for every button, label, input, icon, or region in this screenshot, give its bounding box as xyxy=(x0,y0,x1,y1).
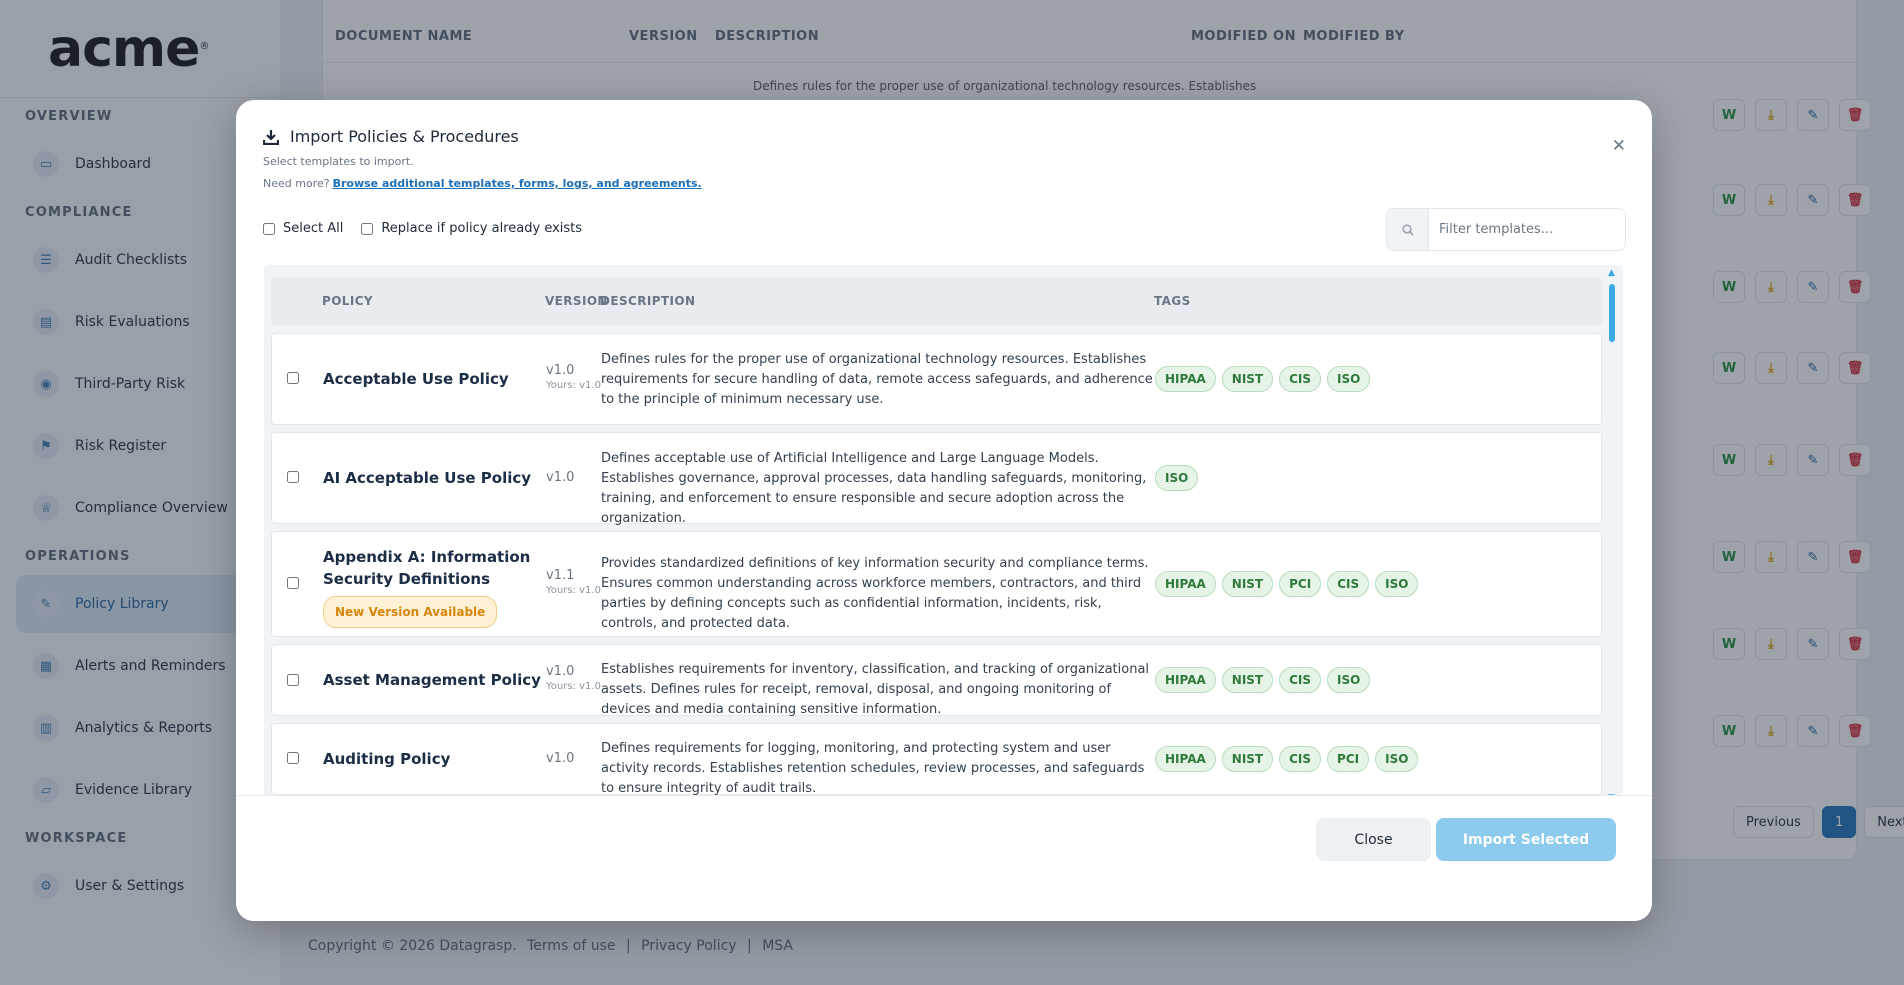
row-checkbox[interactable] xyxy=(287,372,299,384)
replace-checkbox[interactable] xyxy=(361,222,374,235)
table-row[interactable]: Acceptable Use Policy v1.0 Yours: v1.0 De… xyxy=(271,333,1602,425)
tag: CIS xyxy=(1279,746,1322,772)
col-policy: POLICY xyxy=(322,294,374,308)
version-value: v1.0 xyxy=(546,470,575,485)
policy-version: v1.0 xyxy=(546,751,574,766)
policy-tags: HIPAA NIST CIS ISO xyxy=(1155,667,1371,693)
replace-label: Replace if policy already exists xyxy=(381,221,583,236)
modal-title: Import Policies & Procedures xyxy=(262,127,519,146)
policy-name: Appendix A: Information Security Definit… xyxy=(323,546,538,628)
tag: CIS xyxy=(1327,571,1370,597)
tag: PCI xyxy=(1279,571,1322,597)
row-checkbox[interactable] xyxy=(287,674,299,686)
import-policies-modal: Import Policies & Procedures Select temp… xyxy=(236,100,1652,921)
policy-name-text: Appendix A: Information Security Definit… xyxy=(323,548,531,588)
tag: CIS xyxy=(1279,667,1322,693)
close-icon[interactable]: ✕ xyxy=(1612,136,1626,156)
need-more-text: Need more? Browse additional templates, f… xyxy=(263,177,702,190)
table-row[interactable]: Asset Management Policy v1.0 Yours: v1.0 … xyxy=(271,644,1602,717)
scroll-up-arrow-icon[interactable]: ▲ xyxy=(1608,268,1615,278)
scroll-thumb[interactable] xyxy=(1609,284,1615,342)
version-value: v1.1 xyxy=(546,568,575,583)
row-checkbox[interactable] xyxy=(287,471,299,483)
tag: CIS xyxy=(1279,366,1322,392)
download-icon xyxy=(262,128,280,146)
table-scrollbar[interactable]: ▲ ▼ xyxy=(1607,265,1617,806)
replace-option[interactable]: Replace if policy already exists xyxy=(361,221,582,236)
modal-subtitle: Select templates to import. xyxy=(263,155,414,168)
modal-title-text: Import Policies & Procedures xyxy=(290,127,519,146)
policy-description: Defines rules for the proper use of orga… xyxy=(601,352,1153,407)
search-icon xyxy=(1387,209,1429,250)
filter-box xyxy=(1386,208,1626,251)
policy-tags: HIPAA NIST CIS PCI ISO xyxy=(1155,746,1419,772)
tag: ISO xyxy=(1327,667,1371,693)
version-value: v1.0 xyxy=(546,363,575,378)
col-tags: TAGS xyxy=(1154,294,1191,308)
tag: NIST xyxy=(1221,746,1274,772)
your-version: Yours: v1.0 xyxy=(546,681,601,692)
policy-description: Provides standardized definitions of key… xyxy=(601,556,1149,631)
need-more-label: Need more? xyxy=(263,177,330,190)
select-all-checkbox[interactable] xyxy=(263,222,275,235)
table-row[interactable]: AI Acceptable Use Policy v1.0 Defines ac… xyxy=(271,432,1602,526)
tag: NIST xyxy=(1221,366,1274,392)
tag: NIST xyxy=(1221,571,1274,597)
tag: ISO xyxy=(1155,465,1199,491)
select-all-label: Select All xyxy=(283,221,344,236)
tag: HIPAA xyxy=(1155,746,1216,772)
policy-name: AI Acceptable Use Policy xyxy=(323,469,532,487)
policy-version: v1.0 xyxy=(546,470,574,485)
policy-description: Establishes requirements for inventory, … xyxy=(601,662,1150,717)
policy-tags: HIPAA NIST CIS ISO xyxy=(1155,366,1371,392)
browse-templates-link[interactable]: Browse additional templates, forms, logs… xyxy=(333,177,702,190)
new-version-badge: New Version Available xyxy=(323,596,498,628)
policy-version: v1.0 Yours: v1.0 xyxy=(546,363,601,391)
row-checkbox[interactable] xyxy=(287,752,299,764)
policy-version: v1.0 Yours: v1.0 xyxy=(546,664,601,692)
tag: HIPAA xyxy=(1155,667,1216,693)
templates-table: POLICY VERSION DESCRIPTION TAGS Acceptab… xyxy=(264,265,1623,806)
table-row[interactable]: Auditing Policy v1.0 Defines requirement… xyxy=(271,723,1602,796)
col-version: VERSION xyxy=(545,294,608,308)
import-options: Select All Replace if policy already exi… xyxy=(263,221,600,236)
policy-description: Defines requirements for logging, monito… xyxy=(601,741,1145,796)
import-selected-button[interactable]: Import Selected xyxy=(1436,818,1616,861)
policy-name: Acceptable Use Policy xyxy=(323,370,509,388)
row-checkbox[interactable] xyxy=(287,577,299,589)
select-all-option[interactable]: Select All xyxy=(263,221,343,236)
close-button[interactable]: Close xyxy=(1316,818,1431,861)
version-value: v1.0 xyxy=(546,751,575,766)
templates-table-header: POLICY VERSION DESCRIPTION TAGS xyxy=(271,277,1602,325)
tag: ISO xyxy=(1375,571,1419,597)
tag: ISO xyxy=(1375,746,1419,772)
version-value: v1.0 xyxy=(546,664,575,679)
tag: HIPAA xyxy=(1155,571,1216,597)
modal-footer: Close Import Selected xyxy=(236,795,1652,921)
policy-description: Defines acceptable use of Artificial Int… xyxy=(601,451,1147,526)
policy-tags: HIPAA NIST PCI CIS ISO xyxy=(1155,571,1419,597)
your-version: Yours: v1.0 xyxy=(546,380,601,391)
table-row[interactable]: Appendix A: Information Security Definit… xyxy=(271,531,1602,637)
your-version: Yours: v1.0 xyxy=(546,585,601,596)
policy-tags: ISO xyxy=(1155,465,1199,491)
tag: HIPAA xyxy=(1155,366,1216,392)
tag: PCI xyxy=(1327,746,1370,772)
policy-version: v1.1 Yours: v1.0 xyxy=(546,568,601,596)
policy-name: Auditing Policy xyxy=(323,750,451,768)
col-description: DESCRIPTION xyxy=(600,294,696,308)
policy-name: Asset Management Policy xyxy=(323,671,541,689)
tag: ISO xyxy=(1327,366,1371,392)
tag: NIST xyxy=(1221,667,1274,693)
filter-templates-input[interactable] xyxy=(1429,209,1625,250)
